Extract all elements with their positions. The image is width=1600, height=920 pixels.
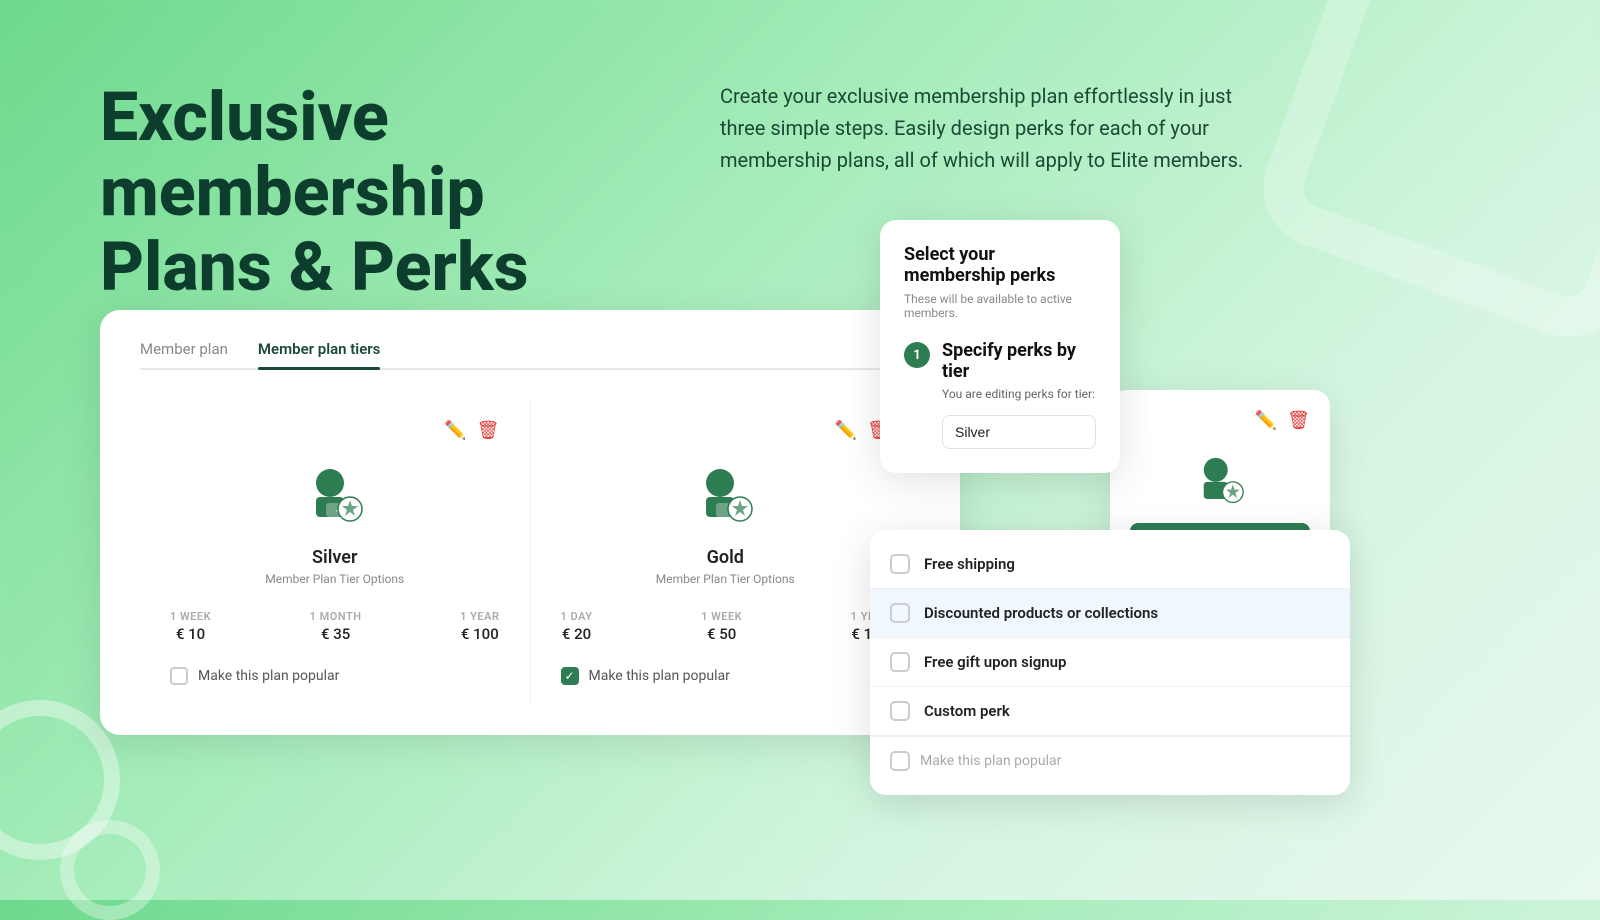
specify-perks-desc: You are editing perks for tier:	[942, 386, 1096, 403]
silver-delete-icon[interactable]: 🗑	[477, 420, 500, 441]
gold-popular-checkbox[interactable]	[561, 667, 579, 685]
hero-section: Exclusive membership Plans & Perks	[100, 80, 660, 344]
specify-perks-row: 1 Specify perks by tier You are editing …	[904, 340, 1096, 449]
tab-member-plan[interactable]: Member plan	[140, 340, 228, 368]
perk-item-custom[interactable]: Custom perk	[870, 687, 1350, 736]
perk-label-custom: Custom perk	[924, 702, 1010, 720]
silver-icon	[300, 461, 370, 531]
perk-checkbox-custom[interactable]	[890, 701, 910, 721]
main-card: Member plan Member plan tiers ✏️ 🗑	[100, 310, 960, 735]
tier-edit-edit-icon[interactable]: ✏️	[1255, 410, 1277, 431]
silver-popular-row: Make this plan popular	[170, 667, 500, 685]
silver-subtitle: Member Plan Tier Options	[170, 572, 500, 586]
gold-actions: ✏️ 🗑	[561, 420, 891, 441]
tier-card-gold: ✏️ 🗑 Gold Member Plan Tier Options 1 DAY…	[531, 400, 921, 705]
perk-item-discounted[interactable]: Discounted products or collections	[870, 589, 1350, 638]
gold-subtitle: Member Plan Tier Options	[561, 572, 891, 586]
tier-edit-actions: ✏️ 🗑	[1130, 410, 1310, 431]
deco-top-right	[1246, 0, 1600, 354]
perks-select-subtitle: These will be available to active member…	[904, 292, 1096, 320]
step-badge: 1	[904, 342, 930, 368]
tier-card-silver: ✏️ 🗑 Silver Member Plan Tier Options	[140, 400, 531, 705]
gold-price-day: 1 DAY € 20	[561, 610, 593, 643]
hero-description: Create your exclusive membership plan ef…	[720, 80, 1280, 176]
perk-item-free-gift[interactable]: Free gift upon signup	[870, 638, 1350, 687]
gold-edit-icon[interactable]: ✏️	[835, 420, 857, 441]
perks-list-card: Free shipping Discounted products or col…	[870, 530, 1350, 795]
tier-edit-delete-icon[interactable]: 🗑	[1287, 410, 1310, 431]
silver-name: Silver	[170, 547, 500, 568]
page-title: Exclusive membership Plans & Perks	[100, 80, 660, 304]
specify-perks-content: Specify perks by tier You are editing pe…	[942, 340, 1096, 449]
silver-popular-label: Make this plan popular	[198, 668, 339, 684]
tab-member-plan-tiers[interactable]: Member plan tiers	[258, 340, 380, 368]
tiers-container: ✏️ 🗑 Silver Member Plan Tier Options	[140, 400, 920, 705]
perks-bottom-bar: Make this plan popular	[870, 736, 1350, 785]
gold-icon-wrap	[561, 461, 891, 531]
deco-bottom-left-2	[60, 820, 160, 920]
perks-bottom-text: Make this plan popular	[920, 753, 1061, 769]
gold-popular-label: Make this plan popular	[589, 668, 730, 684]
perk-label-discounted: Discounted products or collections	[924, 604, 1158, 622]
perk-checkbox-discounted[interactable]	[890, 603, 910, 623]
silver-actions: ✏️ 🗑	[170, 420, 500, 441]
perk-label-free-gift: Free gift upon signup	[924, 653, 1066, 671]
tier-edit-icon	[1190, 451, 1250, 511]
perks-select-title: Select your membership perks	[904, 244, 1096, 286]
silver-price-month: 1 MONTH € 35	[310, 610, 362, 643]
silver-edit-icon[interactable]: ✏️	[444, 420, 466, 441]
silver-icon-wrap	[170, 461, 500, 531]
tabs-bar: Member plan Member plan tiers	[140, 340, 920, 370]
perk-label-free-shipping: Free shipping	[924, 555, 1015, 573]
perk-checkbox-free-gift[interactable]	[890, 652, 910, 672]
tier-name-input[interactable]	[942, 415, 1096, 449]
gold-name: Gold	[561, 547, 891, 568]
silver-popular-checkbox[interactable]	[170, 667, 188, 685]
specify-perks-title: Specify perks by tier	[942, 340, 1096, 382]
gold-icon	[690, 461, 760, 531]
silver-price-week: 1 WEEK € 10	[170, 610, 211, 643]
perks-select-card: Select your membership perks These will …	[880, 220, 1120, 473]
perk-checkbox-free-shipping[interactable]	[890, 554, 910, 574]
perks-bottom-checkbox[interactable]	[890, 751, 910, 771]
gold-pricing: 1 DAY € 20 1 WEEK € 50 1 YEAR € 120	[561, 610, 891, 643]
perk-item-free-shipping[interactable]: Free shipping	[870, 540, 1350, 589]
silver-price-year: 1 YEAR € 100	[460, 610, 499, 643]
silver-pricing: 1 WEEK € 10 1 MONTH € 35 1 YEAR € 100	[170, 610, 500, 643]
gold-price-week: 1 WEEK € 50	[701, 610, 742, 643]
gold-popular-row: Make this plan popular	[561, 667, 891, 685]
